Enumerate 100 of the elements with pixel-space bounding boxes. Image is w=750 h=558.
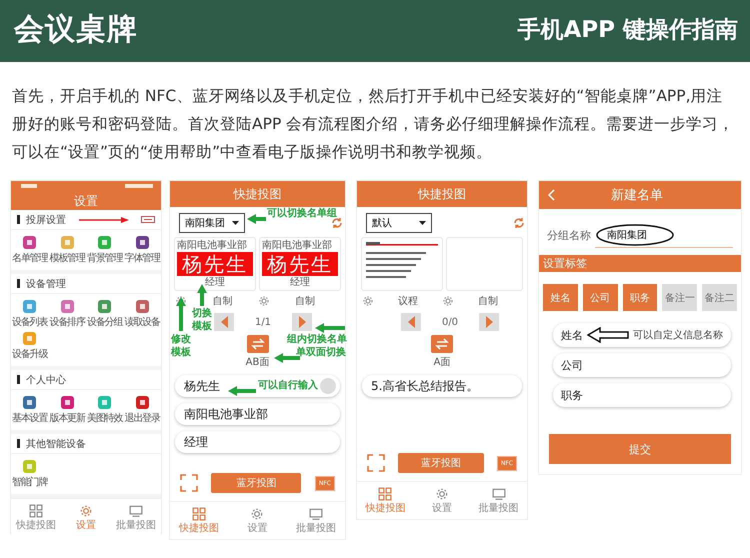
menu-item[interactable]: 基本设置	[11, 394, 48, 426]
card-org: 南阳电池事业部	[177, 240, 248, 252]
input-field[interactable]: 经理	[175, 431, 340, 453]
input-field[interactable]: 姓名 可以自定义信息名称	[553, 323, 731, 347]
gear-icon	[250, 507, 264, 521]
arrow-annotation	[79, 216, 129, 224]
dropdown-value: 默认	[372, 217, 392, 230]
input-field[interactable]: 职务	[553, 383, 731, 407]
menu-item[interactable]: 美图特效	[86, 394, 124, 426]
screen-title: 新建名单	[610, 187, 664, 204]
page-title: 会议桌牌	[14, 10, 138, 48]
menu-icon	[23, 332, 36, 345]
name-card-preview[interactable]: 南阳电池事业部 杨先生 经理	[174, 237, 256, 291]
screen-title: 快捷投图	[357, 181, 527, 207]
menu-item[interactable]: 设备分组	[86, 298, 124, 330]
tab[interactable]: 快捷投图	[11, 504, 61, 532]
swap-side-button[interactable]	[431, 335, 453, 353]
gear-icon[interactable]	[258, 295, 270, 307]
right-triangle-icon	[298, 316, 306, 328]
section-title: 设备管理	[26, 278, 66, 290]
name-card-preview[interactable]: 南阳电池事业部 杨先生 经理	[259, 237, 341, 291]
monitor-icon	[492, 487, 506, 501]
tab[interactable]: 设置	[414, 487, 470, 515]
menu-icon	[136, 300, 149, 313]
menu-icon	[136, 236, 149, 249]
previous-button[interactable]	[401, 313, 421, 331]
tab[interactable]: 批量投图	[470, 487, 528, 515]
menu-item[interactable]: 设备排序	[48, 298, 86, 330]
menu-item[interactable]: 模板管理	[48, 234, 86, 266]
input-field[interactable]: 公司	[553, 353, 731, 377]
menu-item[interactable]: 退出登录	[124, 394, 161, 426]
monitor-icon	[308, 507, 323, 521]
gear-icon[interactable]	[442, 295, 454, 307]
arrow-annotation	[176, 297, 186, 331]
menu-item[interactable]: 设备升级	[11, 330, 48, 362]
annotation-label: 可以自行输入	[258, 380, 318, 392]
grid-icon	[29, 504, 43, 518]
template-label: 自制	[294, 294, 315, 308]
menu-icon	[60, 300, 74, 313]
back-icon[interactable]	[547, 189, 555, 201]
dropdown-value: 南阳集团	[185, 216, 225, 230]
tag-button[interactable]: 备注一	[662, 284, 698, 311]
left-triangle-icon	[408, 316, 414, 328]
previous-button[interactable]	[214, 313, 234, 331]
group-dropdown[interactable]: 南阳集团	[179, 213, 245, 233]
swap-side-button[interactable]	[246, 335, 268, 353]
screen-title: 设置	[73, 193, 99, 210]
menu-icon	[23, 460, 36, 473]
arrow-annotation	[228, 386, 256, 396]
group-name-field[interactable]: 南阳集团	[595, 222, 733, 248]
grid-icon	[192, 507, 206, 521]
page-counter: 1/1	[254, 316, 272, 328]
refresh-icon[interactable]	[331, 217, 343, 229]
section-title: 个人中心	[26, 374, 66, 386]
gear-icon	[435, 487, 449, 501]
refresh-icon[interactable]	[513, 217, 525, 229]
tag-button[interactable]: 备注二	[702, 284, 737, 311]
card-name: 杨先生	[262, 252, 338, 276]
template-label: 自制	[478, 294, 498, 308]
section-title: 其他智能设备	[26, 438, 86, 450]
annotation-label: 切换模板	[192, 307, 212, 333]
left-triangle-icon	[220, 316, 228, 328]
next-button[interactable]	[479, 313, 499, 331]
arrow-annotation	[247, 214, 266, 224]
card-position: 经理	[289, 276, 311, 289]
arrow-annotation	[315, 323, 345, 333]
menu-item[interactable]: 字体管理	[124, 234, 161, 266]
menu-icon	[98, 396, 112, 409]
menu-item[interactable]: 背景管理	[86, 234, 124, 266]
menu-item[interactable]: 版本更新	[48, 394, 86, 426]
menu-item[interactable]: 名单管理	[11, 234, 48, 266]
input-field[interactable]: 5.高省长总结报告。	[362, 375, 522, 397]
caret-icon	[232, 221, 239, 225]
screen-title: 快捷投图	[170, 181, 345, 207]
menu-icon	[98, 300, 112, 313]
menu-icon	[60, 396, 74, 409]
menu-item[interactable]: 设备列表	[11, 298, 48, 330]
scan-icon[interactable]	[180, 474, 198, 492]
menu-icon	[136, 396, 149, 409]
tab[interactable]: 设置	[228, 507, 287, 535]
monitor-icon	[129, 504, 143, 518]
card-name: 杨先生	[177, 252, 253, 276]
badge-icon[interactable]	[141, 216, 155, 223]
caret-icon	[419, 221, 426, 225]
card-position: 经理	[204, 276, 226, 289]
menu-icon	[23, 396, 36, 409]
group-dropdown[interactable]: 默认	[366, 213, 432, 233]
scan-icon[interactable]	[367, 454, 385, 472]
tab[interactable]: 批量投图	[286, 507, 345, 535]
right-triangle-icon	[486, 316, 492, 328]
input-field[interactable]: 南阳电池事业部	[175, 403, 340, 425]
next-button[interactable]	[292, 313, 312, 331]
tab[interactable]: 批量投图	[111, 504, 161, 532]
gear-icon[interactable]	[362, 295, 374, 307]
section-title: 投屏设置	[26, 214, 66, 226]
menu-item[interactable]: 智能门牌	[11, 458, 48, 490]
gear-icon	[79, 504, 93, 518]
section-header: 设置标签	[539, 255, 741, 272]
annotation-label: 修改模板	[171, 333, 191, 359]
menu-item[interactable]: 读取设备	[124, 298, 161, 330]
